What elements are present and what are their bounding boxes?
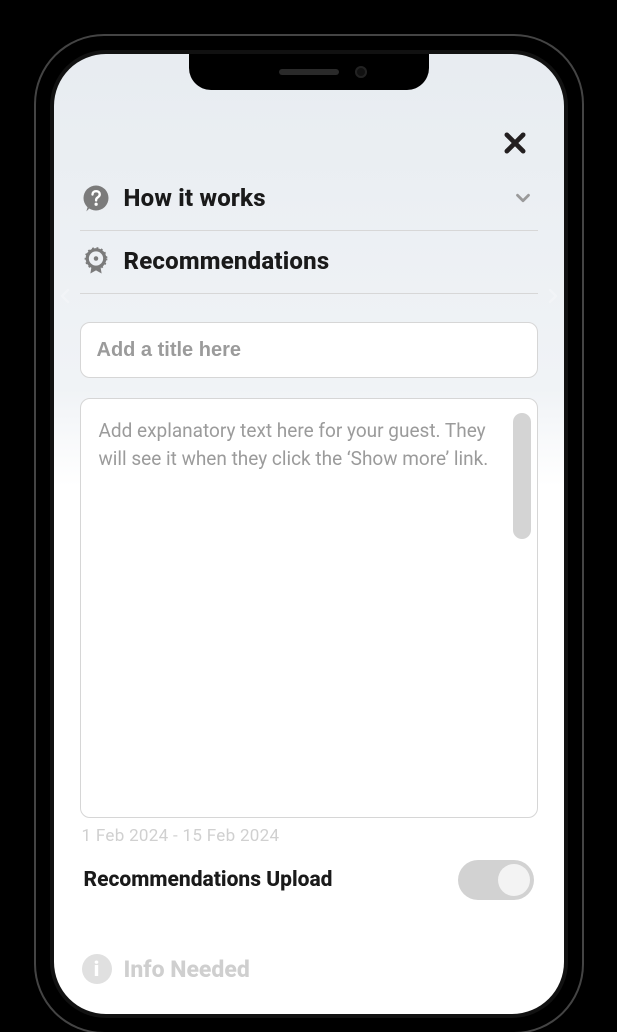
info-icon: i	[82, 954, 112, 984]
description-textarea[interactable]	[81, 399, 537, 817]
section-title-recommendations: Recommendations	[124, 247, 538, 275]
date-range-ghost: 1 Feb 2024 - 15 Feb 2024	[80, 818, 538, 846]
section-info-needed-ghost: i Info Needed	[80, 954, 538, 984]
section-title-how-it-works: How it works	[124, 184, 496, 212]
app-screen: How it works	[54, 54, 564, 1014]
section-recommendations[interactable]: Recommendations	[80, 231, 538, 294]
device-notch	[189, 54, 429, 90]
chevron-down-icon	[508, 183, 538, 213]
info-needed-label: Info Needed	[124, 956, 250, 983]
phone-frame: How it works	[36, 36, 582, 1032]
award-icon	[80, 245, 112, 277]
close-icon	[501, 129, 529, 157]
description-container	[80, 398, 538, 818]
upload-toggle[interactable]	[458, 860, 534, 900]
close-button[interactable]	[498, 126, 532, 160]
question-icon	[80, 182, 112, 214]
toggle-knob	[498, 864, 530, 896]
scrollbar-thumb[interactable]	[513, 413, 531, 539]
section-how-it-works[interactable]: How it works	[80, 168, 538, 231]
upload-toggle-label: Recommendations Upload	[84, 868, 333, 892]
title-input[interactable]	[80, 322, 538, 378]
